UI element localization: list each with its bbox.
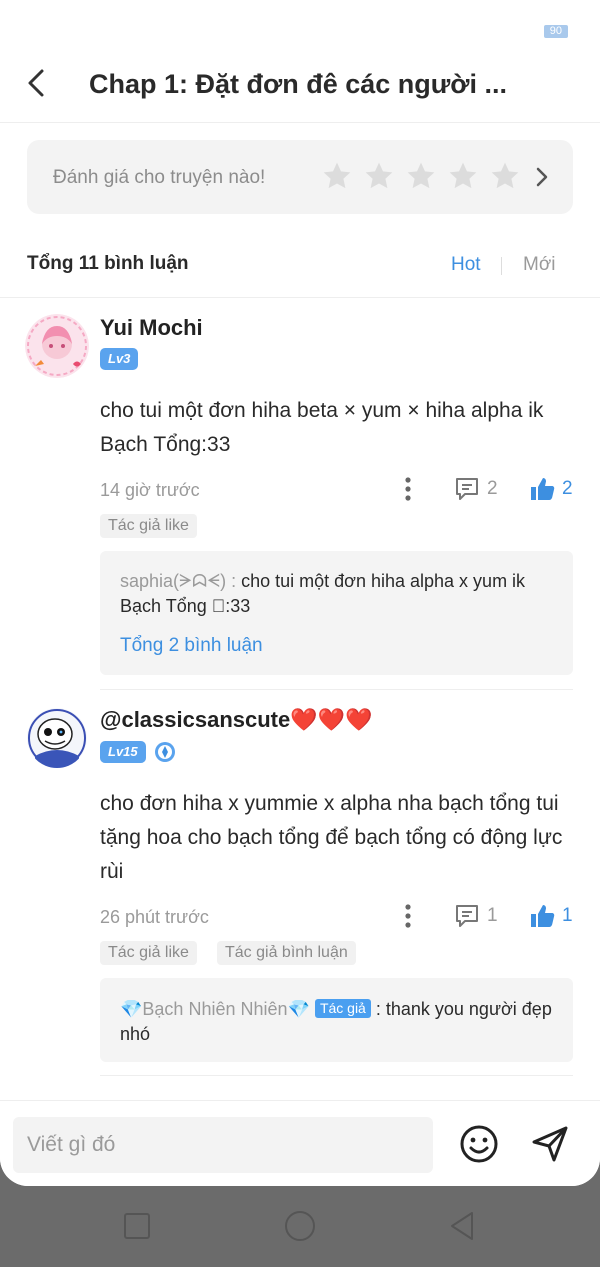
star-icon-1[interactable] (321, 159, 353, 193)
star-icon-2[interactable] (363, 159, 395, 193)
emoji-icon[interactable] (458, 1123, 500, 1165)
like-count: 2 (562, 478, 573, 499)
comment-content: cho tui một đơn hiha beta × yum × hiha a… (100, 399, 544, 456)
star-icon-3[interactable] (405, 159, 437, 193)
comment-time: 26 phút trước (100, 907, 209, 927)
recent-apps-icon[interactable] (121, 1210, 153, 1242)
comment-icon (456, 478, 478, 500)
username[interactable]: @classicsanscute❤️❤️❤️ (100, 707, 372, 733)
rating-prompt: Đánh giá cho truyện nào! (53, 167, 266, 188)
comments-screen: 90 Chap 1: Đặt đơn đê các người ... Đánh… (0, 0, 600, 1186)
more-options-icon[interactable] (398, 475, 418, 503)
reply-preview[interactable]: 💎Bạch Nhiên Nhiên💎 Tác giả : thank you n… (100, 978, 573, 1062)
comment-icon (456, 905, 478, 927)
more-options-icon[interactable] (398, 902, 418, 930)
level-badge: Lv3 (100, 348, 139, 370)
chevron-right-icon[interactable] (533, 164, 551, 190)
tag-author-like: Tác giả like (100, 514, 197, 538)
reply-button[interactable]: 2 (453, 474, 498, 504)
comment-time: 14 giờ trước (100, 480, 200, 500)
star-icon-5[interactable] (489, 159, 521, 193)
avatar[interactable] (27, 708, 87, 768)
comment-item: Yui Mochi Lv3 cho tui một đơn hiha beta … (0, 298, 600, 690)
like-button[interactable]: 2 (528, 474, 573, 504)
back-icon[interactable] (22, 65, 52, 101)
sort-divider (501, 257, 502, 275)
like-count: 1 (562, 905, 573, 926)
avatar[interactable] (25, 314, 89, 378)
reply-button[interactable]: 1 (453, 901, 498, 931)
send-icon[interactable] (529, 1123, 571, 1165)
header: Chap 1: Đặt đơn đê các người ... (0, 45, 600, 123)
author-tag: Tác giả (314, 999, 371, 1018)
level-badge: Lv15 (100, 741, 146, 763)
rating-stars (321, 159, 521, 193)
thumbs-up-icon (531, 905, 555, 927)
reply-count: 1 (487, 905, 498, 926)
comment-input[interactable] (13, 1117, 433, 1173)
verified-icon (155, 742, 175, 762)
view-replies-link[interactable]: Tổng 2 bình luận (120, 635, 263, 657)
star-icon-4[interactable] (447, 159, 479, 193)
comment-content: cho đơn hiha x yummie x alpha nha bạch t… (100, 792, 563, 883)
comment-total: Tổng 11 bình luận (27, 253, 189, 274)
status-badge: 90 (543, 25, 568, 38)
sort-hot-tab[interactable]: Hot (451, 254, 481, 276)
thumbs-up-icon (531, 478, 555, 500)
tag-author-like: Tác giả like (100, 941, 197, 965)
tag-author-comment: Tác giả bình luận (217, 941, 356, 965)
reply-text: 💎Bạch Nhiên Nhiên💎 Tác giả : thank you n… (120, 997, 560, 1047)
comment-item: @classicsanscute❤️❤️❤️ Lv15 cho đơn hiha… (0, 690, 600, 1076)
reply-text: saphia(ᗒᗣᗕ) : cho tui một đơn hiha alpha… (120, 569, 560, 619)
sort-new-tab[interactable]: Mới (523, 254, 556, 276)
home-icon[interactable] (284, 1210, 316, 1242)
username[interactable]: Yui Mochi (100, 315, 203, 341)
rating-box[interactable]: Đánh giá cho truyện nào! (27, 140, 573, 214)
back-nav-icon[interactable] (446, 1210, 478, 1242)
page-title: Chap 1: Đặt đơn đê các người ... (89, 69, 507, 99)
like-button[interactable]: 1 (528, 901, 573, 931)
comment-composer (0, 1100, 600, 1186)
reply-preview[interactable]: saphia(ᗒᗣᗕ) : cho tui một đơn hiha alpha… (100, 551, 573, 675)
divider (100, 1075, 573, 1076)
reply-author[interactable]: 💎Bạch Nhiên Nhiên💎 (120, 999, 310, 1019)
reply-author[interactable]: saphia(ᗒᗣᗕ) : (120, 571, 241, 591)
reply-count: 2 (487, 478, 498, 499)
system-nav-bar (0, 1186, 600, 1267)
